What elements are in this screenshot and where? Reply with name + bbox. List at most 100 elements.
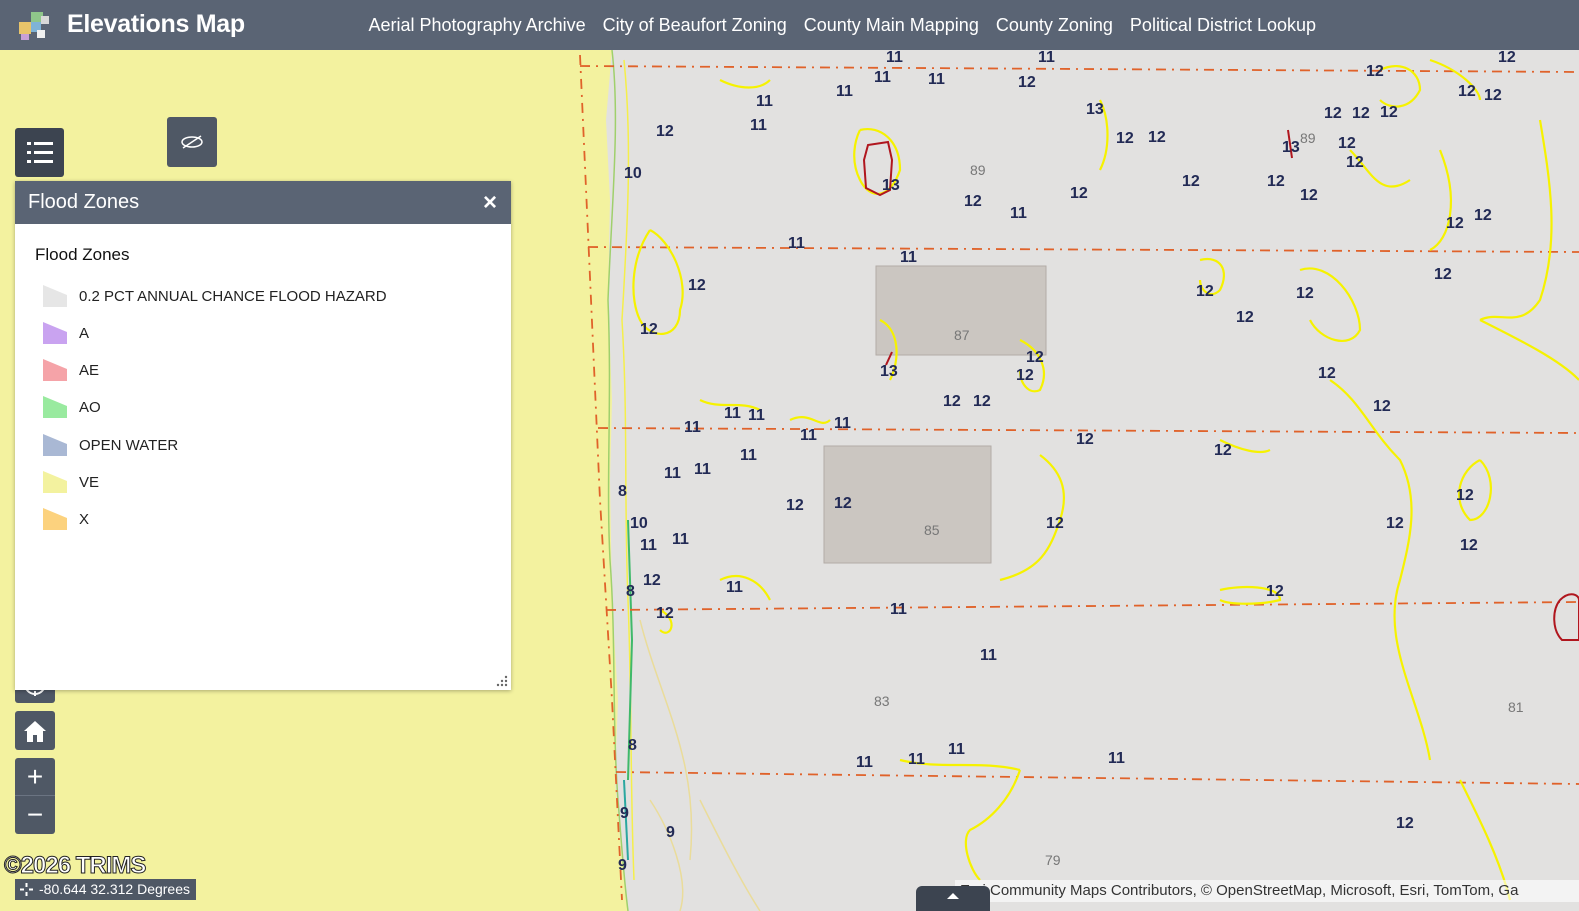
contour-label: 13 — [882, 177, 900, 194]
contour-label: 12 — [1266, 583, 1284, 600]
nav-link-county-main-mapping[interactable]: County Main Mapping — [804, 15, 979, 36]
swatch-shape — [43, 285, 67, 307]
contour-label: 9 — [618, 857, 627, 874]
contour-label: 8 — [626, 583, 635, 600]
zoom-out-button[interactable]: − — [15, 796, 55, 834]
contour-label: 12 — [1214, 442, 1232, 459]
contour-label: 12 — [656, 605, 674, 622]
contour-label: 12 — [1346, 154, 1364, 171]
contour-label: 12 — [1182, 173, 1200, 190]
contour-label: 12 — [1236, 309, 1254, 326]
parcel-number: 79 — [1045, 852, 1061, 868]
contour-label: 12 — [964, 193, 982, 210]
nav-link-political-district[interactable]: Political District Lookup — [1130, 15, 1316, 36]
legend-swatch — [43, 285, 67, 307]
contour-label: 12 — [1386, 515, 1404, 532]
contour-label: 12 — [834, 495, 852, 512]
contour-label: 12 — [1318, 365, 1336, 382]
contour-label: 12 — [1366, 63, 1384, 80]
flood-zones-panel: Flood Zones × Flood Zones 0.2 PCT ANNUAL… — [15, 181, 511, 690]
contour-label: 12 — [643, 572, 661, 589]
contour-label: 8 — [628, 737, 637, 754]
legend-label: AE — [79, 362, 100, 379]
contour-label: 12 — [1373, 398, 1391, 415]
contour-label: 12 — [1458, 83, 1476, 100]
legend-label: AO — [79, 399, 101, 416]
contour-label: 12 — [973, 393, 991, 410]
copyright-watermark: ©2026 TRIMS — [3, 852, 146, 880]
nav-link-county-zoning[interactable]: County Zoning — [996, 15, 1113, 36]
contour-label: 11 — [908, 751, 925, 768]
contour-label: 11 — [948, 741, 965, 758]
contour-label: 11 — [874, 69, 891, 86]
crosshair-icon — [20, 883, 33, 896]
nav-link-beaufort-zoning[interactable]: City of Beaufort Zoning — [603, 15, 787, 36]
zoom-in-button[interactable]: + — [15, 758, 55, 796]
layer-list-button[interactable] — [15, 128, 64, 177]
eye-slash-icon — [181, 135, 203, 149]
parcel-number: 83 — [874, 693, 890, 709]
contour-label: 11 — [726, 579, 743, 596]
contour-label: 12 — [1046, 515, 1064, 532]
legend-label: A — [79, 325, 90, 342]
contour-label: 12 — [786, 497, 804, 514]
contour-label: 12 — [1148, 129, 1166, 146]
contour-label: 11 — [672, 531, 689, 548]
map-attribution: Esri Community Maps Contributors, © Open… — [955, 880, 1579, 902]
expand-panel-tab[interactable] — [916, 886, 990, 911]
contour-label: 12 — [1076, 431, 1094, 448]
legend-label: 0.2 PCT ANNUAL CHANCE FLOOD HAZARD — [79, 288, 387, 305]
contour-label: 12 — [1380, 104, 1398, 121]
swatch-shape — [43, 396, 67, 418]
legend-swatch — [43, 508, 67, 530]
nav-link-aerial-photography[interactable]: Aerial Photography Archive — [369, 15, 586, 36]
app-title: Elevations Map — [67, 10, 245, 38]
contour-label: 12 — [1338, 135, 1356, 152]
contour-label: 12 — [656, 123, 674, 140]
contour-label: 11 — [664, 465, 681, 482]
contour-label: 11 — [834, 415, 851, 432]
contour-label: 11 — [1108, 750, 1125, 767]
legend-swatch — [43, 471, 67, 493]
hide-panel-button[interactable] — [167, 117, 217, 167]
contour-label: 11 — [640, 537, 657, 554]
swatch-shape — [43, 434, 67, 456]
swatch-shape — [43, 322, 67, 344]
contour-label: 12 — [1016, 367, 1034, 384]
home-button[interactable] — [15, 711, 55, 750]
contour-label: 12 — [1474, 207, 1492, 224]
panel-header: Flood Zones × — [15, 181, 511, 224]
contour-label: 9 — [620, 805, 629, 822]
contour-label: 11 — [740, 447, 757, 464]
contour-label: 11 — [900, 249, 917, 266]
contour-label: 10 — [630, 515, 648, 532]
legend-swatch — [43, 322, 67, 344]
parcel-number: 87 — [954, 327, 970, 343]
close-icon[interactable]: × — [483, 189, 497, 217]
legend-swatch — [43, 434, 67, 456]
contour-label: 12 — [1484, 87, 1502, 104]
contour-label: 11 — [750, 117, 767, 134]
swatch-shape — [43, 471, 67, 493]
contour-label: 12 — [1296, 285, 1314, 302]
contour-label: 12 — [1396, 815, 1414, 832]
contour-label: 11 — [724, 405, 741, 422]
contour-label: 11 — [748, 407, 765, 424]
resize-handle-icon[interactable] — [496, 675, 508, 687]
panel-title: Flood Zones — [28, 191, 140, 213]
contour-label: 13 — [880, 363, 898, 380]
legend-label: OPEN WATER — [79, 437, 179, 454]
contour-label: 12 — [1324, 105, 1342, 122]
contour-label: 11 — [1010, 205, 1027, 222]
contour-label: 8 — [618, 483, 627, 500]
parcel-number: 89 — [970, 162, 986, 178]
contour-label: 11 — [886, 50, 903, 66]
swatch-shape — [43, 508, 67, 530]
coordinate-text: -80.644 32.312 Degrees — [39, 881, 190, 897]
contour-label: 12 — [1498, 50, 1516, 66]
contour-label: 11 — [756, 93, 773, 110]
contour-label: 12 — [1300, 187, 1318, 204]
contour-label: 11 — [1038, 50, 1055, 66]
contour-label: 12 — [1267, 173, 1285, 190]
contour-label: 11 — [694, 461, 711, 478]
